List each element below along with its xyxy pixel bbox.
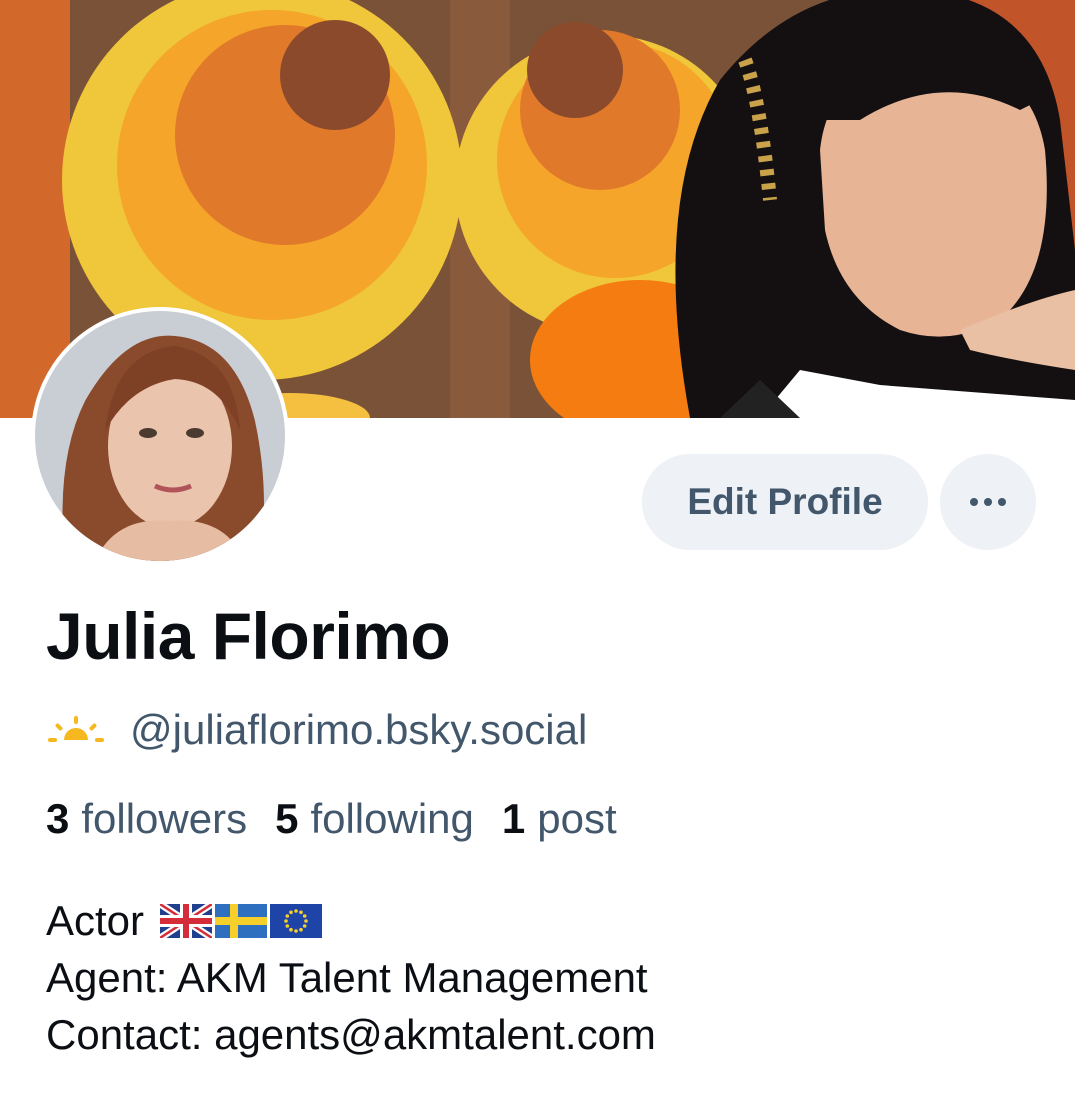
following-count: 5 [275, 795, 299, 842]
followers-label: followers [81, 795, 248, 842]
flags-group [160, 903, 325, 938]
profile-stats: 3 followers 5 following 1 post [46, 795, 645, 843]
handle-row: @juliaflorimo.bsky.social [46, 700, 587, 760]
uk-flag-icon [160, 903, 213, 938]
posts-stat: 1 post [502, 795, 617, 843]
profile-bio: Actor Agent: AKM Talent Management Conta… [46, 892, 656, 1063]
avatar-image [35, 311, 285, 561]
avatar[interactable] [31, 307, 289, 565]
bio-line-1: Actor [46, 897, 145, 944]
edit-profile-button[interactable]: Edit Profile [642, 454, 928, 550]
posts-label: post [537, 795, 617, 842]
followers-count: 3 [46, 795, 70, 842]
sun-icon [48, 716, 104, 742]
ellipsis-icon [967, 498, 1009, 506]
posts-count: 1 [501, 795, 526, 842]
eu-flag-icon [270, 903, 323, 938]
sweden-flag-icon [215, 903, 268, 938]
display-name: Julia Florimo [46, 599, 451, 673]
followers-stat[interactable]: 3 followers [46, 795, 247, 843]
more-options-button[interactable] [940, 454, 1036, 550]
handle[interactable]: @juliaflorimo.bsky.social [130, 706, 587, 754]
bio-line-2: Agent: AKM Talent Management [46, 954, 648, 1001]
following-label: following [310, 795, 474, 842]
following-stat[interactable]: 5 following [275, 795, 474, 843]
bio-line-3: Contact: agents@akmtalent.com [46, 1011, 656, 1058]
